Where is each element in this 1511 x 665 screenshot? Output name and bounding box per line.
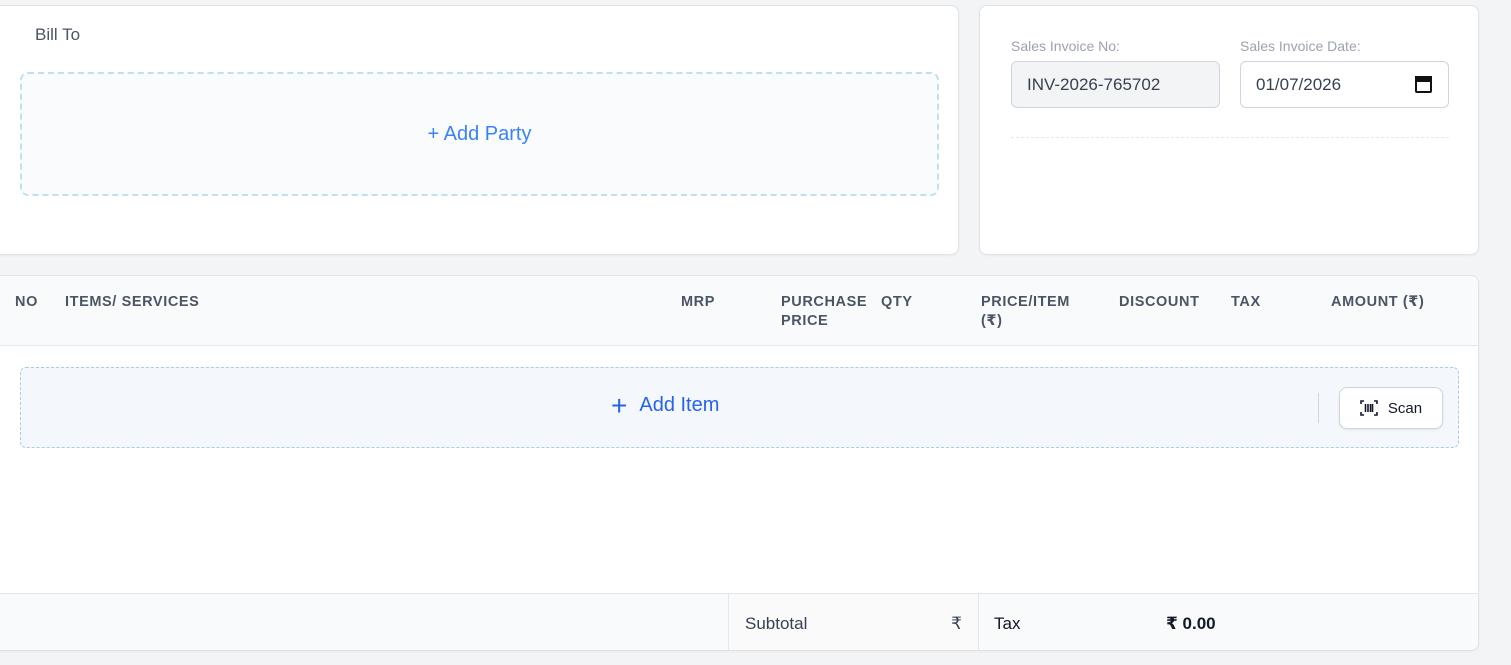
add-item-row: + Add Item Scan — [20, 367, 1459, 448]
items-table-card: NO ITEMS/ SERVICES MRP PURCHASE PRICE QT… — [0, 275, 1479, 651]
header-amount: AMOUNT (₹) — [1331, 294, 1425, 310]
invoice-number-value: INV-2026-765702 — [1027, 74, 1161, 94]
add-item-label: Add Item — [639, 394, 720, 416]
subtotal-label: Subtotal — [745, 613, 808, 633]
bill-to-title: Bill To — [35, 25, 81, 44]
invoice-meta-card: Sales Invoice No: INV-2026-765702 Sales … — [979, 5, 1479, 255]
header-mrp: MRP — [681, 294, 716, 310]
invoice-date-field[interactable]: 01/07/2026 — [1240, 61, 1449, 108]
barcode-scan-icon — [1360, 400, 1378, 416]
tax-value: ₹ 0.00 — [1166, 613, 1216, 633]
plus-icon: + — [611, 389, 628, 421]
add-item-button[interactable]: + Add Item — [611, 389, 720, 421]
bill-to-card: Bill To + Add Party — [0, 5, 959, 255]
header-purchase-price-line1: PURCHASE — [781, 294, 868, 310]
tax-cell: Tax ₹ 0.00 — [978, 594, 1478, 650]
scan-separator — [1318, 393, 1319, 423]
header-purchase-price: PURCHASE PRICE — [781, 293, 867, 331]
header-discount: DISCOUNT — [1119, 294, 1200, 310]
invoice-date-value: 01/07/2026 — [1256, 74, 1342, 94]
subtotal-cell: Subtotal ₹ — [728, 594, 978, 650]
invoice-number-field[interactable]: INV-2026-765702 — [1011, 61, 1220, 108]
header-price-item-line1: PRICE/ITEM — [981, 294, 1070, 310]
add-party-button[interactable]: + Add Party — [20, 72, 939, 196]
header-price-item: PRICE/ITEM (₹) — [981, 293, 1070, 331]
header-purchase-price-line2: PRICE — [781, 313, 829, 329]
calendar-icon[interactable] — [1415, 76, 1432, 93]
header-no: NO — [15, 294, 38, 310]
scan-label: Scan — [1387, 399, 1423, 417]
header-items-services: ITEMS/ SERVICES — [65, 294, 200, 310]
subtotal-currency: ₹ — [951, 613, 962, 633]
items-table-header: NO ITEMS/ SERVICES MRP PURCHASE PRICE QT… — [0, 276, 1478, 346]
invoice-date-label: Sales Invoice Date: — [1240, 38, 1361, 54]
invoice-number-label: Sales Invoice No: — [1011, 38, 1120, 54]
totals-row: Subtotal ₹ Tax ₹ 0.00 — [0, 593, 1478, 650]
scan-button[interactable]: Scan — [1339, 387, 1443, 429]
tax-label: Tax — [994, 613, 1021, 633]
header-price-item-line2: (₹) — [981, 313, 1003, 329]
header-tax: TAX — [1231, 294, 1261, 310]
meta-divider — [1011, 137, 1449, 138]
header-qty: QTY — [881, 294, 913, 310]
